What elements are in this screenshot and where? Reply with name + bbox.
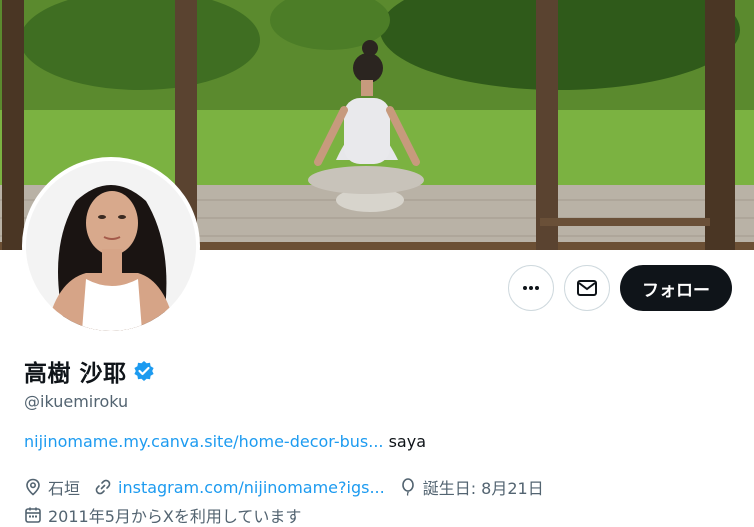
location-pin-icon [26,478,40,496]
location-item: 石垣 [24,475,80,499]
profile-avatar[interactable] [22,157,200,335]
bio-text: saya [388,432,427,451]
avatar-image [26,161,196,331]
joined-text: 2011年5月からXを利用しています [48,507,302,526]
more-horizontal-icon [523,286,539,290]
joined-row: 2011年5月からXを利用しています [24,503,301,527]
handle: @ikuemiroku [24,392,129,411]
profile-actions: フォロー [508,265,732,311]
location-text: 石垣 [48,479,81,498]
birthday-text: 誕生日: 8月21日 [422,479,544,498]
balloon-icon [401,478,414,496]
more-button[interactable] [508,265,554,311]
birthday-item: 誕生日: 8月21日 [399,475,544,499]
verified-badge-icon[interactable] [133,360,155,382]
follow-button[interactable]: フォロー [620,265,732,311]
message-button[interactable] [564,265,610,311]
bio: nijinomame.my.canva.site/home-decor-bus.… [24,432,426,451]
bio-link[interactable]: nijinomame.my.canva.site/home-decor-bus.… [24,432,384,451]
calendar-icon [25,507,41,523]
name-row: 高樹 沙耶 [24,354,155,388]
envelope-icon [577,280,597,296]
profile-meta: 石垣 instagram.com/nijinomame?igs... 誕生日: … [24,475,558,499]
display-name: 高樹 沙耶 [24,361,127,387]
link-icon [95,479,111,495]
website-item[interactable]: instagram.com/nijinomame?igs... [94,478,385,497]
website-link[interactable]: instagram.com/nijinomame?igs... [118,478,385,497]
